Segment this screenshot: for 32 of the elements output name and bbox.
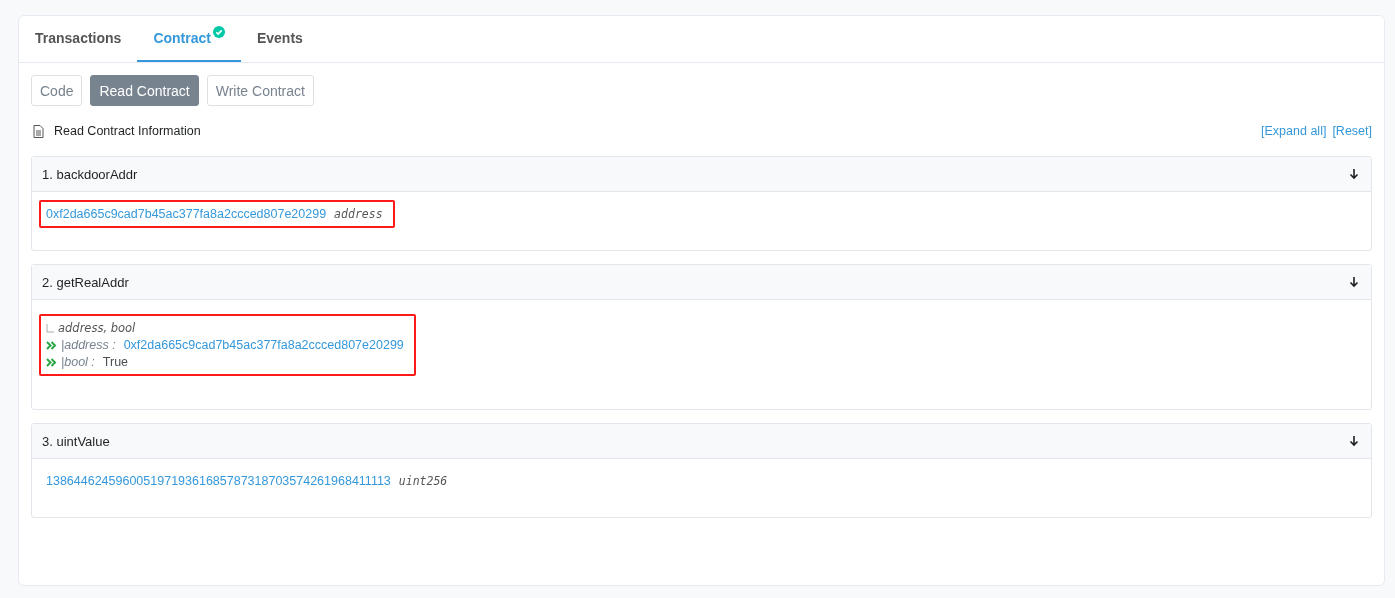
function-header[interactable]: 3. uintValue: [32, 424, 1371, 459]
tab[interactable]: Contract: [137, 16, 241, 62]
section-title: Read Contract Information: [54, 124, 201, 138]
double-chevron-icon: [46, 357, 57, 367]
header-link[interactable]: [Reset]: [1332, 124, 1372, 138]
result-type: address: [334, 207, 383, 221]
function-name: 3. uintValue: [42, 433, 110, 449]
subtab-button[interactable]: Write Contract: [206, 75, 314, 106]
down-arrow-icon[interactable]: [1349, 435, 1359, 447]
subtab-button[interactable]: Read Contract: [90, 75, 199, 106]
subtab-button[interactable]: Code: [31, 75, 83, 106]
output-name: |bool :: [61, 355, 95, 369]
tab[interactable]: Transactions: [19, 16, 138, 62]
result-value: 0xf2da665c9cad7b45ac377fa8a2ccced807e20299: [46, 207, 327, 221]
down-arrow-icon[interactable]: [1349, 276, 1359, 288]
function-header[interactable]: 1. backdoorAddr: [32, 157, 1371, 192]
result-value: 13864462459600519719361685787318703574261968411113: [46, 474, 391, 488]
function-header[interactable]: 2. getRealAddr: [32, 265, 1371, 300]
corner-icon: [46, 323, 54, 333]
function-name: 1. backdoorAddr: [42, 166, 138, 182]
check-circle-icon: [212, 26, 225, 38]
result-types: address, bool: [58, 321, 136, 335]
tab[interactable]: Events: [240, 16, 319, 62]
function-name: 2. getRealAddr: [42, 274, 129, 290]
document-icon: [33, 124, 44, 138]
header-link[interactable]: [Expand all]: [1261, 124, 1327, 138]
output-name: |address :: [61, 338, 116, 352]
output-value: 0xf2da665c9cad7b45ac377fa8a2ccced807e20299: [123, 338, 404, 352]
output-value: True: [102, 355, 129, 369]
result-type: uint256: [398, 474, 448, 488]
down-arrow-icon[interactable]: [1349, 168, 1359, 180]
double-chevron-icon: [46, 340, 57, 350]
